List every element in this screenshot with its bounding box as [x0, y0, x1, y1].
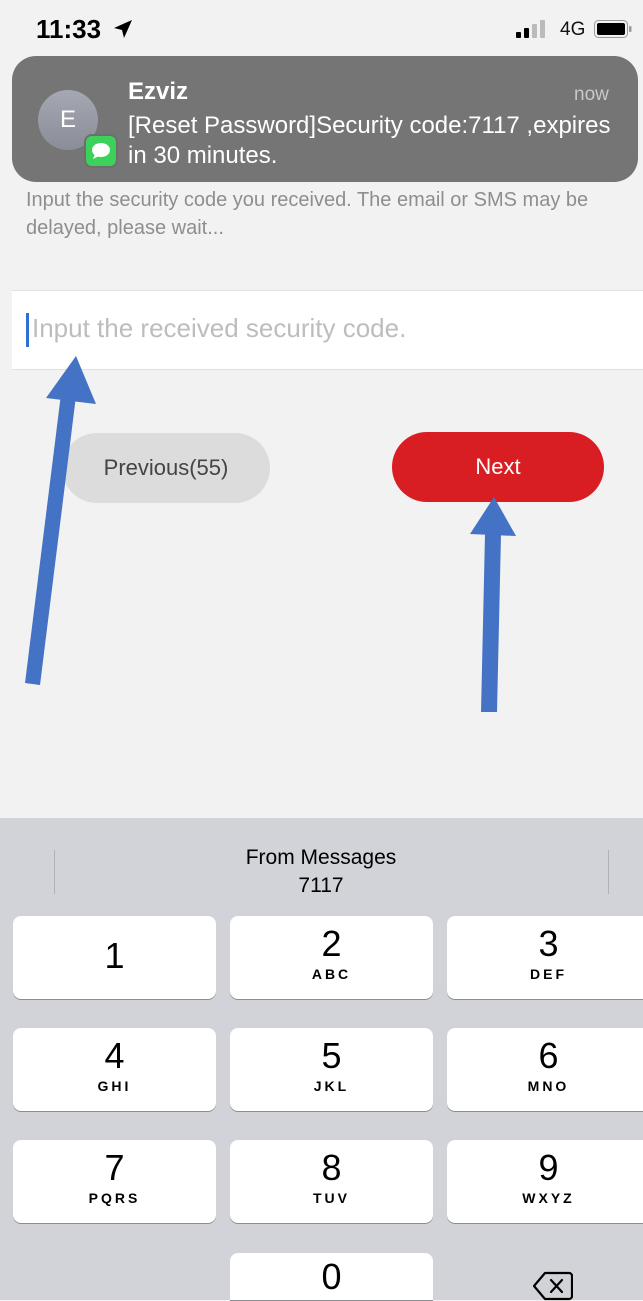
key-6[interactable]: 6 MNO [447, 1028, 643, 1111]
backspace-icon[interactable] [533, 1271, 573, 1301]
key-letters: ABC [311, 966, 352, 982]
suggestion-divider [54, 850, 55, 894]
key-number: 7 [104, 1147, 125, 1188]
key-number: 8 [321, 1147, 342, 1188]
key-3[interactable]: 3 DEF [447, 916, 643, 999]
notification-message: [Reset Password]Security code:7117 ,expi… [128, 112, 611, 169]
key-letters: GHI [97, 1078, 132, 1094]
messages-icon [84, 134, 118, 168]
key-number: 1 [104, 935, 125, 976]
autofill-code-suggestion[interactable]: From Messages 7117 [160, 844, 482, 900]
notification-app-name: Ezviz [128, 78, 189, 105]
key-0[interactable]: 0 [230, 1253, 433, 1300]
key-number: 6 [538, 1035, 559, 1076]
key-number: 2 [321, 923, 342, 964]
notification-time: now [574, 84, 609, 105]
suggestion-source: From Messages [245, 846, 397, 869]
key-letters: PQRS [88, 1190, 141, 1206]
key-9[interactable]: 9 WXYZ [447, 1140, 643, 1223]
key-letters: DEF [530, 966, 567, 982]
key-letters: WXYZ [522, 1190, 575, 1206]
key-2[interactable]: 2 ABC [230, 916, 433, 999]
suggestion-divider [608, 850, 609, 894]
key-letters: TUV [313, 1190, 350, 1206]
key-letters: JKL [313, 1078, 350, 1094]
key-1[interactable]: 1 [13, 916, 216, 999]
key-7[interactable]: 7 PQRS [13, 1140, 216, 1223]
key-8[interactable]: 8 TUV [230, 1140, 433, 1223]
key-4[interactable]: 4 GHI [13, 1028, 216, 1111]
key-number: 4 [104, 1035, 125, 1076]
suggestion-code: 7117 [298, 874, 344, 897]
key-5[interactable]: 5 JKL [230, 1028, 433, 1111]
key-letters: MNO [527, 1078, 570, 1094]
key-number: 3 [538, 923, 559, 964]
notification-banner[interactable]: E Ezviz now [Reset Password]Security cod… [12, 56, 638, 182]
key-number: 9 [538, 1147, 559, 1188]
key-number: 0 [321, 1256, 342, 1297]
key-number: 5 [321, 1035, 342, 1076]
